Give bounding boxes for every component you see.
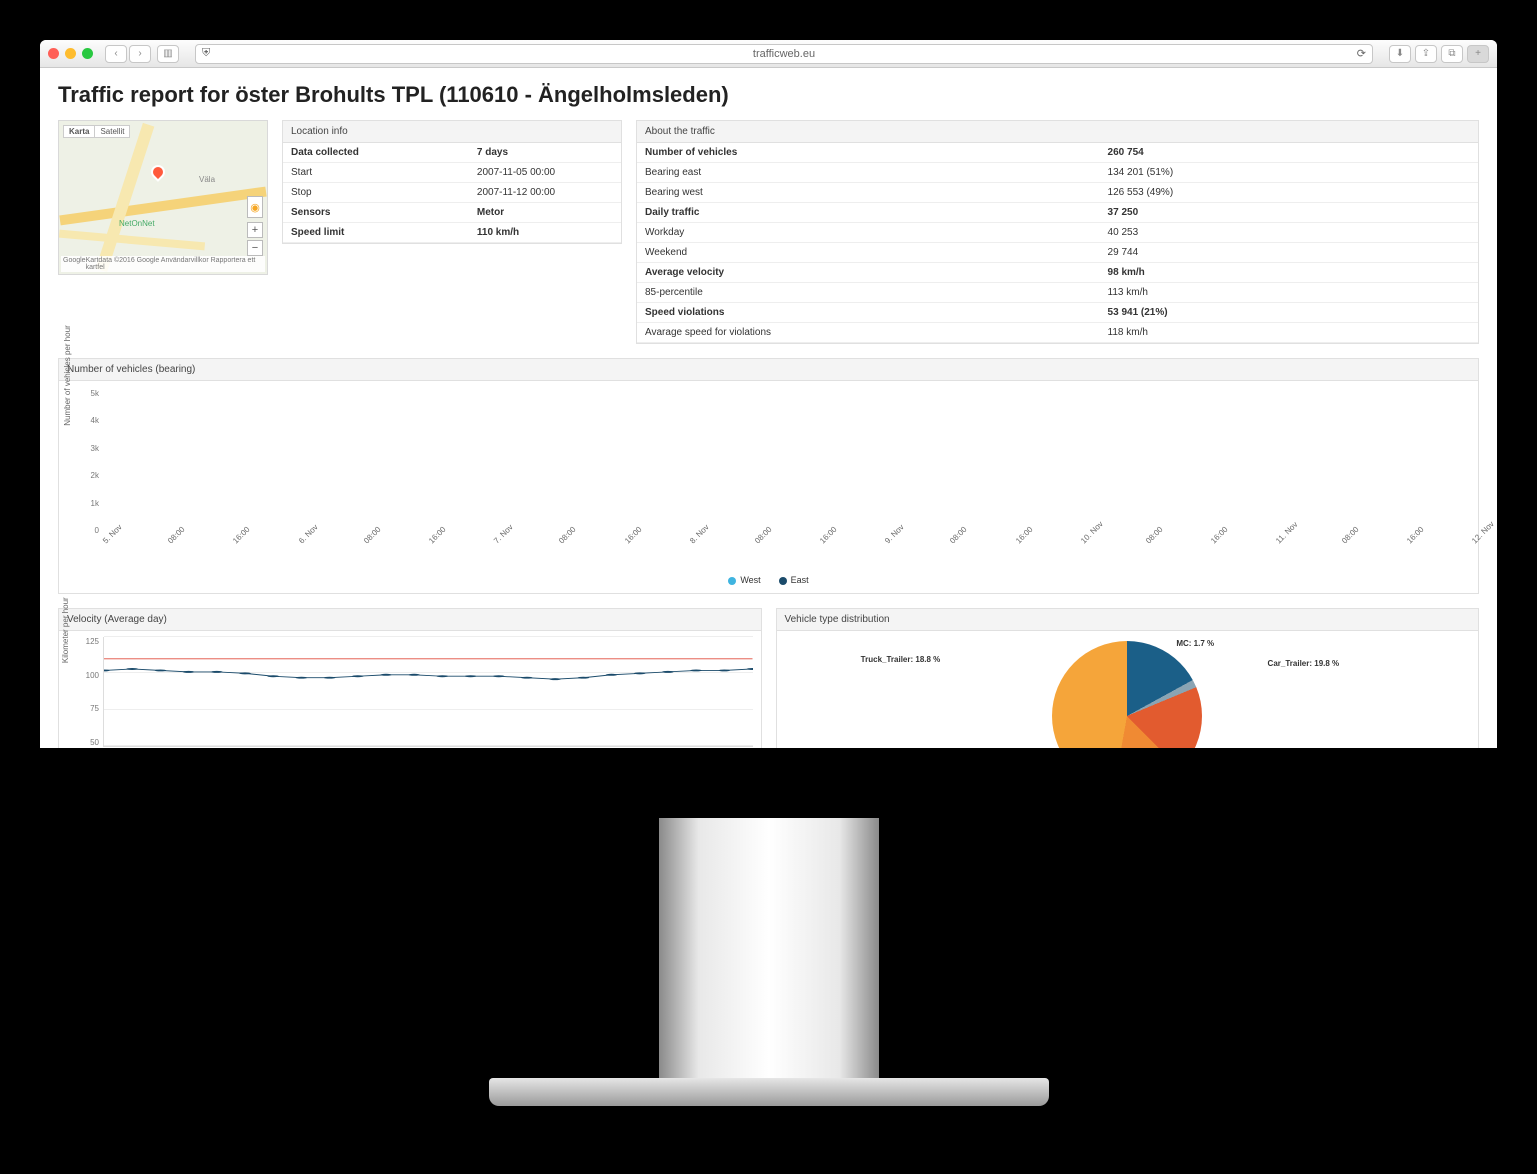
bar-bars: [101, 389, 1470, 535]
pie-graphic: [1052, 641, 1202, 748]
table-row: Speed limit110 km/h: [283, 223, 621, 243]
velocity-chart: Kilometer per hour 1251007550: [59, 631, 761, 748]
map-poi-label: NetOnNet: [119, 219, 155, 228]
vehicle-type-chart: MC: 1.7 % Car_Trailer: 19.8 % Truck_Trai…: [777, 631, 1479, 748]
table-row: Stop2007-11-12 00:00: [283, 183, 621, 203]
about-traffic-panel: About the traffic Number of vehicles260 …: [636, 120, 1479, 344]
about-traffic-table: Number of vehicles260 754Bearing east134…: [637, 143, 1478, 343]
bar-yaxis: 5k4k3k2k1k0: [85, 389, 99, 535]
table-row: Bearing east134 201 (51%): [637, 163, 1478, 183]
download-button[interactable]: ⬇: [1389, 45, 1411, 63]
legend-east-icon: [779, 577, 787, 585]
table-row: Average velocity98 km/h: [637, 263, 1478, 283]
location-info-panel: Location info Data collected7 daysStart2…: [282, 120, 622, 244]
table-row: Workday40 253: [637, 223, 1478, 243]
table-row: Daily traffic37 250: [637, 203, 1478, 223]
bar-xaxis: 5. Nov08:0016:006. Nov08:0016:007. Nov08…: [101, 537, 1470, 567]
vehicles-bearing-panel: Number of vehicles (bearing) Number of v…: [58, 358, 1479, 594]
shield-icon: ⛨: [202, 47, 210, 60]
sidebar-button[interactable]: ▥: [157, 45, 179, 63]
map-area-label: Väla: [199, 175, 215, 184]
location-info-table: Data collected7 daysStart2007-11-05 00:0…: [283, 143, 621, 243]
pie-label-mc: MC: 1.7 %: [1176, 639, 1214, 648]
table-row: Data collected7 days: [283, 143, 621, 163]
page-content: Traffic report for öster Brohults TPL (1…: [40, 68, 1497, 748]
forward-button[interactable]: ›: [129, 45, 151, 63]
browser-toolbar: ‹ › ▥ ⛨ trafficweb.eu ⟳ ⬇ ⇪ ⧉ +: [40, 40, 1497, 68]
zoom-in-button[interactable]: +: [247, 222, 263, 238]
tabs-button[interactable]: ⧉: [1441, 45, 1463, 63]
page-title: Traffic report for öster Brohults TPL (1…: [58, 82, 1479, 108]
zoom-out-button[interactable]: −: [247, 240, 263, 256]
table-row: Speed violations53 941 (21%): [637, 303, 1478, 323]
maximize-window-icon[interactable]: [82, 48, 93, 59]
new-tab-button[interactable]: +: [1467, 45, 1489, 63]
about-traffic-header: About the traffic: [637, 121, 1478, 143]
velocity-panel: Velocity (Average day) Kilometer per hou…: [58, 608, 762, 748]
vehicles-bearing-header: Number of vehicles (bearing): [59, 359, 1478, 381]
velocity-header: Velocity (Average day): [59, 609, 761, 631]
map-tab-karta[interactable]: Karta: [63, 125, 94, 138]
table-row: Start2007-11-05 00:00: [283, 163, 621, 183]
map-attribution: Google Kartdata ©2016 Google Användarvil…: [61, 256, 265, 272]
table-row: Avarage speed for violations118 km/h: [637, 323, 1478, 343]
location-info-header: Location info: [283, 121, 621, 143]
velocity-plot: [103, 637, 753, 747]
back-button[interactable]: ‹: [105, 45, 127, 63]
address-bar[interactable]: ⛨ trafficweb.eu ⟳: [195, 44, 1373, 64]
share-button[interactable]: ⇪: [1415, 45, 1437, 63]
table-row: Bearing west126 553 (49%): [637, 183, 1478, 203]
bar-legend: West East: [59, 571, 1478, 593]
minimize-window-icon[interactable]: [65, 48, 76, 59]
table-row: 85-percentile113 km/h: [637, 283, 1478, 303]
vehicle-type-panel: Vehicle type distribution MC: 1.7 % Car_…: [776, 608, 1480, 748]
url-text: trafficweb.eu: [753, 48, 815, 60]
streetview-icon[interactable]: ◉: [247, 196, 263, 218]
window-controls: [48, 48, 93, 59]
map-widget[interactable]: Karta Satellit NetOnNet Väla ◉ + − Googl…: [58, 120, 268, 275]
close-window-icon[interactable]: [48, 48, 59, 59]
vehicles-bearing-chart: Number of vehicles per hour 5k4k3k2k1k0 …: [59, 381, 1478, 571]
pie-label-trucktrailer: Truck_Trailer: 18.8 %: [861, 655, 941, 664]
legend-west-icon: [728, 577, 736, 585]
table-row: Weekend29 744: [637, 243, 1478, 263]
velocity-yaxis: 1251007550: [81, 637, 99, 747]
pie-label-cartrailer: Car_Trailer: 19.8 %: [1268, 659, 1340, 668]
velocity-ylabel: Kilometer per hour: [61, 597, 70, 663]
table-row: Number of vehicles260 754: [637, 143, 1478, 163]
map-tab-satellit[interactable]: Satellit: [94, 125, 130, 138]
reload-icon[interactable]: ⟳: [1357, 47, 1366, 60]
vehicle-type-header: Vehicle type distribution: [777, 609, 1479, 631]
table-row: SensorsMetor: [283, 203, 621, 223]
bar-ylabel: Number of vehicles per hour: [63, 325, 72, 426]
